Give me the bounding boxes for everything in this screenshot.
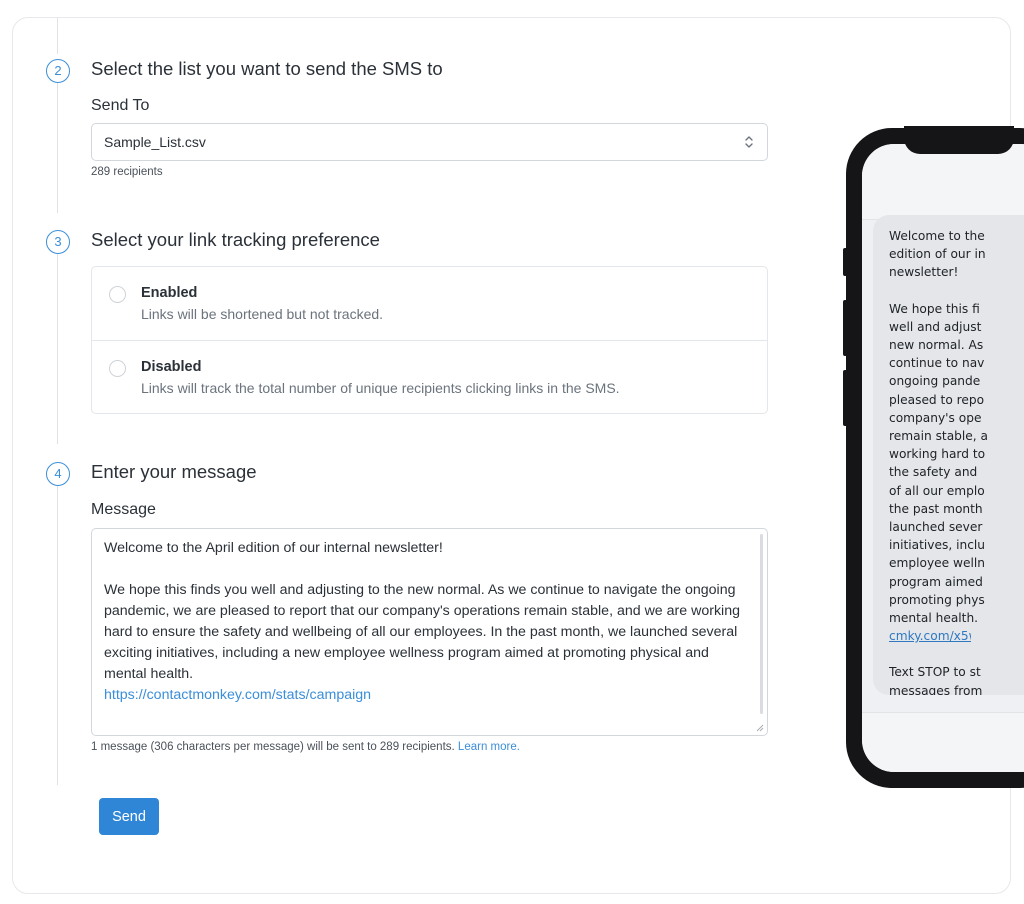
preview-text-line: ongoing pande [889,374,981,389]
timeline-line [57,485,58,785]
preview-text-line: new normal. As [889,338,984,353]
radio-button-disabled[interactable] [109,360,126,377]
preview-text-line: employee welln [889,556,985,571]
preview-text-line: mental health. [889,611,979,626]
link-tracking-options: Enabled Links will be shortened but not … [91,266,768,414]
phone-screen-header [862,144,1024,220]
message-textarea[interactable]: Welcome to the April edition of our inte… [91,528,768,736]
preview-text-line: company's ope [889,410,982,425]
chevron-up-down-icon [745,136,753,148]
option-title: Disabled [141,359,202,375]
send-button[interactable]: Send [99,798,159,835]
resize-handle-icon[interactable] [755,723,764,732]
tracking-option-enabled[interactable]: Enabled Links will be shortened but not … [92,267,767,340]
tracking-option-disabled[interactable]: Disabled Links will track the total numb… [92,340,767,413]
preview-text-line: promoting phys [889,592,985,607]
message-greeting: Welcome to the April edition of our inte… [104,540,443,556]
send-to-selected-value: Sample_List.csv [104,134,206,150]
option-description: Links will track the total number of uni… [141,380,620,396]
preview-short-link: cmky.com/x5w2 [889,629,971,644]
preview-stop-line: Text STOP to st [889,665,981,680]
preview-text-line: of all our emplo [889,483,985,498]
preview-text-line: We hope this fi [889,301,980,316]
step-title-link-tracking: Select your link tracking preference [91,229,380,250]
preview-text-line: pleased to repo [889,392,985,407]
send-to-select[interactable]: Sample_List.csv [91,123,768,161]
preview-text-line: continue to nav [889,356,985,371]
send-to-label: Send To [91,97,150,114]
preview-text-line: newsletter! [889,265,959,280]
preview-text-line: the past month [889,501,983,516]
preview-message-text: Welcome to the edition of our in newslette… [889,227,1024,627]
message-body: We hope this finds you well and adjustin… [104,582,740,682]
phone-preview: Welcome to the edition of our in newslette… [846,126,1024,788]
option-description: Links will be shortened but not tracked. [141,306,384,322]
phone-notch [904,126,1014,154]
preview-stop-text: Text STOP to stmessages from[CompanyName [889,663,1024,695]
preview-text-line: initiatives, inclu [889,538,986,553]
step-number-badge: 2 [46,59,70,83]
preview-text-line: working hard to [889,447,986,462]
preview-text-line: remain stable, a [889,429,988,444]
phone-screen-footer [862,712,1024,772]
recipients-count: 289 recipients [91,166,163,178]
option-title: Enabled [141,285,198,301]
textarea-scrollbar[interactable] [760,534,763,714]
radio-button-enabled[interactable] [109,286,126,303]
learn-more-link[interactable]: Learn more. [458,741,520,753]
timeline-line [57,254,58,444]
counter-text: 1 message (306 characters per message) w… [91,741,455,753]
preview-text-line: program aimed [889,574,983,589]
preview-text-line: launched sever [889,520,983,535]
preview-text-line: edition of our in [889,247,986,262]
preview-text-line: Welcome to the [889,229,985,243]
step-number-badge: 3 [46,230,70,254]
message-label: Message [91,501,156,518]
timeline-line [57,18,58,54]
step-title-enter-message: Enter your message [91,461,257,482]
message-counter: 1 message (306 characters per message) w… [91,741,520,753]
message-link[interactable]: https://contactmonkey.com/stats/campaign [104,687,371,703]
preview-text-line: the safety and [889,465,978,480]
sms-preview-bubble: Welcome to the edition of our in newslette… [873,215,1024,695]
step-title-select-list: Select the list you want to send the SMS… [91,58,443,79]
step-number-badge: 4 [46,462,70,486]
preview-stop-line: messages from [889,683,983,695]
timeline-line [57,78,58,213]
preview-text-line: well and adjust [889,319,982,334]
